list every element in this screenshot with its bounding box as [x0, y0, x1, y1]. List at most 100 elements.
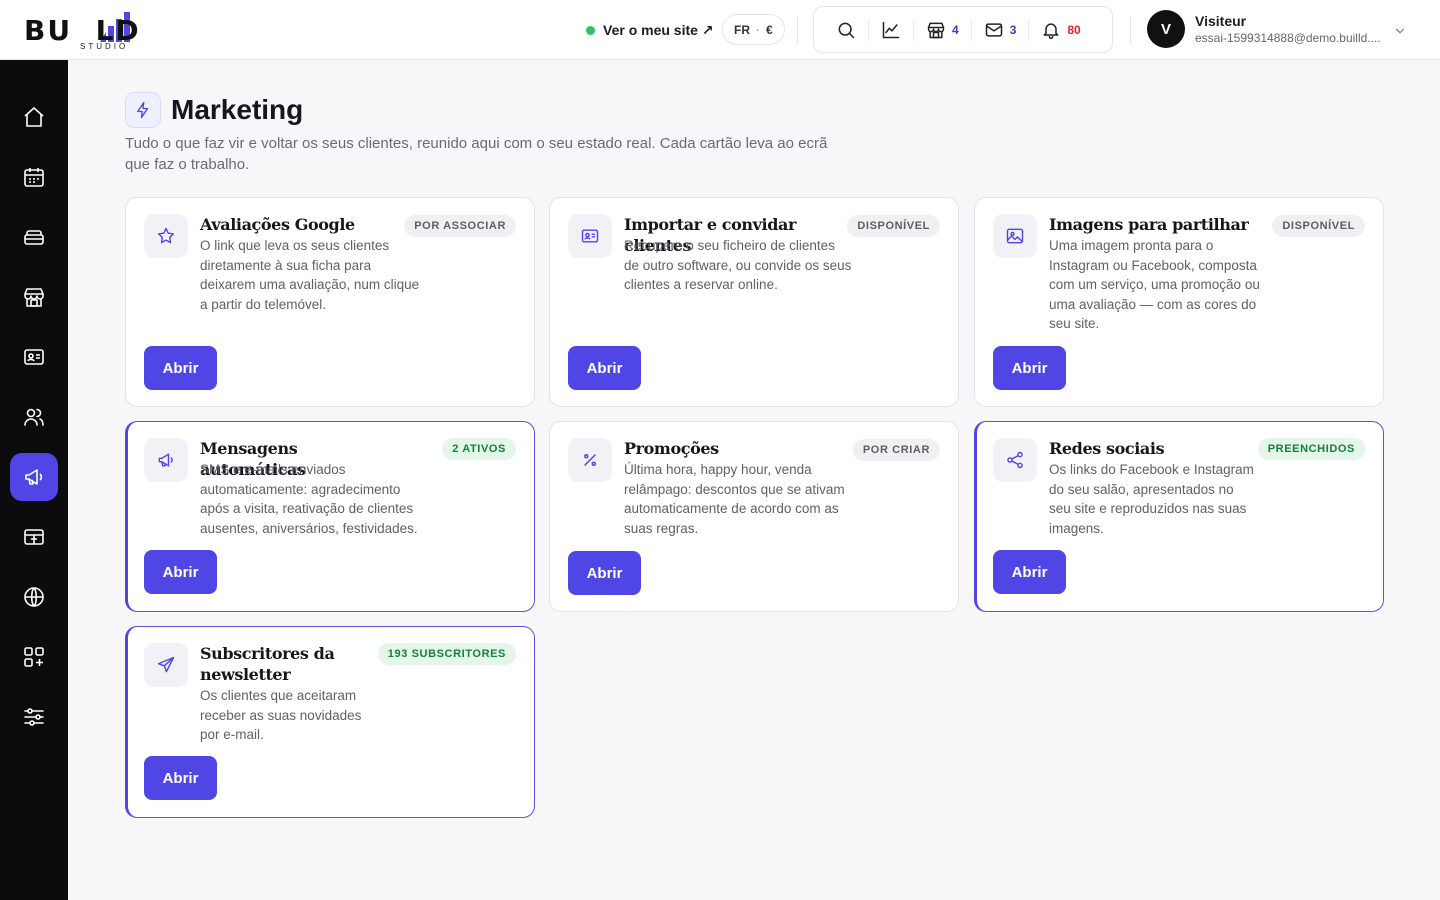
open-button[interactable]: Abrir — [568, 551, 641, 595]
card-title: Promoções — [624, 439, 719, 458]
globe-icon — [24, 587, 44, 607]
apps-icon — [24, 647, 44, 667]
share-icon — [1007, 451, 1023, 469]
card-icon-box — [568, 214, 612, 258]
chart-line-icon — [882, 21, 900, 38]
online-status-dot — [586, 25, 595, 35]
mail-button[interactable]: 3 — [972, 15, 1029, 45]
lightning-icon — [137, 101, 149, 119]
card-icon-box — [144, 643, 188, 687]
card-description: Uma imagem pronta para o Instagram ou Fa… — [1049, 238, 1260, 332]
status-badge: DISPONÍVEL — [1272, 215, 1365, 237]
sidebar-item-services[interactable] — [10, 213, 58, 261]
locale-separator: · — [756, 22, 760, 37]
services-icon — [24, 230, 44, 245]
card-title: Redes sociais — [1049, 439, 1165, 458]
search-icon — [838, 22, 855, 38]
notifications-count: 80 — [1067, 22, 1081, 37]
sidebar — [0, 60, 68, 900]
locale-switcher[interactable]: FR · € — [722, 14, 785, 45]
card-icon-box — [144, 214, 188, 258]
status-badge: DISPONÍVEL — [847, 215, 940, 237]
shop-button[interactable]: 4 — [914, 15, 971, 45]
card-icon-box — [993, 214, 1037, 258]
locale-language: FR — [734, 22, 750, 37]
page-description: Tudo o que faz vir e voltar os seus clie… — [125, 135, 828, 173]
stats-button[interactable] — [869, 15, 913, 45]
megaphone-icon — [158, 453, 173, 467]
card-google-reviews: Avaliações Google POR ASSOCIAR O link qu… — [125, 197, 535, 407]
view-site-link[interactable]: Ver o meu site ↗ — [586, 20, 714, 40]
card-social-networks: Redes sociais PREENCHIDOS Os links do Fa… — [974, 421, 1384, 612]
page-title: Marketing — [171, 94, 304, 125]
calendar-icon — [24, 168, 44, 187]
status-badge: 193 SUBSCRITORES — [377, 643, 516, 665]
mail-count: 3 — [1009, 22, 1017, 37]
bell-icon — [1043, 22, 1059, 39]
card-description: SMS e e-mails enviados automaticamente: … — [200, 462, 418, 536]
sidebar-item-home[interactable] — [10, 93, 58, 141]
status-badge: 2 ATIVOS — [442, 438, 516, 460]
sidebar-item-apps[interactable] — [10, 633, 58, 681]
open-button[interactable]: Abrir — [568, 346, 641, 390]
users-icon — [24, 408, 44, 426]
avatar: V — [1147, 10, 1185, 48]
star-icon — [157, 227, 175, 244]
logo-subtitle: STUDIO — [80, 42, 129, 51]
user-menu[interactable]: V Visiteur essai-1599314888@demo.builld.… — [1147, 10, 1381, 48]
card-description: Os links do Facebook e Instagram do seu … — [1049, 462, 1254, 536]
brand-logo[interactable]: BU LD STUDIO — [24, 8, 184, 54]
top-bar: BU LD STUDIO Ver o meu site ↗ FR · € 4 3 — [0, 0, 1440, 60]
megaphone-icon — [25, 469, 43, 485]
card-automatic-messages: Mensagens automáticas 2 ATIVOS SMS e e-m… — [125, 421, 535, 612]
open-button[interactable]: Abrir — [144, 550, 217, 594]
card-icon-box — [568, 438, 612, 482]
open-button[interactable]: Abrir — [144, 346, 217, 390]
card-description: O link que leva os seus clientes diretam… — [200, 238, 420, 312]
sidebar-item-settings[interactable] — [10, 693, 58, 741]
card-title: Subscritores da newsletter — [200, 644, 335, 684]
status-badge: PREENCHIDOS — [1257, 438, 1365, 460]
percent-icon — [583, 453, 596, 466]
card-title: Imagens para partilhar — [1049, 215, 1249, 234]
store-icon — [24, 288, 44, 307]
header-divider — [797, 16, 798, 44]
sidebar-item-website[interactable] — [10, 573, 58, 621]
open-button[interactable]: Abrir — [993, 550, 1066, 594]
card-newsletter-subscribers: Subscritores da newsletter 193 SUBSCRITO… — [125, 626, 535, 818]
contact-card-icon — [24, 349, 44, 365]
sidebar-item-payments[interactable] — [10, 513, 58, 561]
shop-count: 4 — [952, 22, 959, 37]
card-share-images: Imagens para partilhar DISPONÍVEL Uma im… — [974, 197, 1384, 407]
card-title: Avaliações Google — [200, 215, 355, 234]
sidebar-item-clients[interactable] — [10, 333, 58, 381]
user-email: essai-1599314888@demo.builld.... — [1195, 31, 1381, 45]
card-description: Última hora, happy hour, venda relâmpago… — [624, 462, 845, 536]
sidebar-item-calendar[interactable] — [10, 153, 58, 201]
id-card-icon — [581, 229, 599, 243]
sidebar-item-marketing[interactable] — [10, 453, 58, 501]
page-title-icon — [125, 92, 161, 128]
header-toolbar: 4 3 80 — [813, 6, 1113, 53]
locale-currency: € — [766, 22, 773, 37]
user-name: Visiteur — [1195, 13, 1247, 29]
card-description: Os clientes que aceitaram receber as sua… — [200, 688, 362, 743]
card-icon-box — [144, 438, 188, 482]
status-badge: POR ASSOCIAR — [404, 215, 516, 237]
payment-icon — [24, 529, 44, 545]
open-button[interactable]: Abrir — [144, 756, 217, 800]
sidebar-item-team[interactable] — [10, 393, 58, 441]
mail-icon — [985, 22, 1002, 37]
settings-sliders-icon — [24, 708, 44, 726]
search-button[interactable] — [824, 15, 868, 45]
chevron-down-icon[interactable] — [1393, 24, 1407, 38]
view-site-label: Ver o meu site ↗ — [603, 21, 714, 38]
card-import-clients: Importar e convidar clientes DISPONÍVEL … — [549, 197, 959, 407]
home-icon — [24, 107, 44, 127]
sidebar-item-store[interactable] — [10, 273, 58, 321]
notifications-button[interactable]: 80 — [1029, 15, 1092, 45]
card-promotions: Promoções POR CRIAR Última hora, happy h… — [549, 421, 959, 612]
card-description: Recupere o seu ficheiro de clientes de o… — [624, 238, 852, 293]
header-divider — [1130, 16, 1131, 44]
open-button[interactable]: Abrir — [993, 346, 1066, 390]
